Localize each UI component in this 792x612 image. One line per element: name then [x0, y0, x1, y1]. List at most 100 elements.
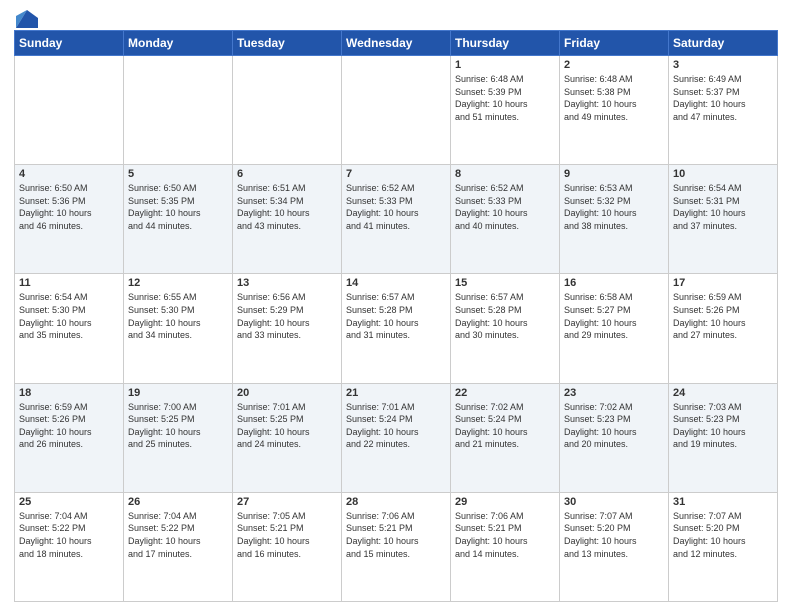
day-info: Sunrise: 6:49 AM Sunset: 5:37 PM Dayligh… [673, 73, 773, 123]
day-number: 19 [128, 387, 228, 399]
day-number: 6 [237, 168, 337, 180]
day-info: Sunrise: 7:01 AM Sunset: 5:25 PM Dayligh… [237, 401, 337, 451]
day-number: 31 [673, 496, 773, 508]
day-info: Sunrise: 7:03 AM Sunset: 5:23 PM Dayligh… [673, 401, 773, 451]
calendar-cell: 7 Sunrise: 6:52 AM Sunset: 5:33 PM Daylig… [342, 165, 451, 274]
day-info: Sunrise: 7:04 AM Sunset: 5:22 PM Dayligh… [19, 510, 119, 560]
day-number: 4 [19, 168, 119, 180]
calendar-cell: 2 Sunrise: 6:48 AM Sunset: 5:38 PM Daylig… [560, 56, 669, 165]
calendar-cell: 14 Sunrise: 6:57 AM Sunset: 5:28 PM Dayli… [342, 274, 451, 383]
day-info: Sunrise: 6:57 AM Sunset: 5:28 PM Dayligh… [346, 291, 446, 341]
weekday-header-monday: Monday [124, 31, 233, 56]
calendar-cell: 3 Sunrise: 6:49 AM Sunset: 5:37 PM Daylig… [669, 56, 778, 165]
day-info: Sunrise: 6:48 AM Sunset: 5:38 PM Dayligh… [564, 73, 664, 123]
calendar-week-1: 1 Sunrise: 6:48 AM Sunset: 5:39 PM Daylig… [15, 56, 778, 165]
calendar-cell: 28 Sunrise: 7:06 AM Sunset: 5:21 PM Dayli… [342, 492, 451, 601]
calendar-cell: 22 Sunrise: 7:02 AM Sunset: 5:24 PM Dayli… [451, 383, 560, 492]
calendar-cell [124, 56, 233, 165]
day-info: Sunrise: 7:01 AM Sunset: 5:24 PM Dayligh… [346, 401, 446, 451]
day-info: Sunrise: 6:55 AM Sunset: 5:30 PM Dayligh… [128, 291, 228, 341]
day-info: Sunrise: 6:50 AM Sunset: 5:36 PM Dayligh… [19, 182, 119, 232]
day-number: 14 [346, 277, 446, 289]
day-number: 21 [346, 387, 446, 399]
day-info: Sunrise: 6:57 AM Sunset: 5:28 PM Dayligh… [455, 291, 555, 341]
day-info: Sunrise: 6:56 AM Sunset: 5:29 PM Dayligh… [237, 291, 337, 341]
calendar-cell: 30 Sunrise: 7:07 AM Sunset: 5:20 PM Dayli… [560, 492, 669, 601]
weekday-header-saturday: Saturday [669, 31, 778, 56]
calendar-cell: 19Sunrise: 7:00 AM Sunset: 5:25 PM Dayli… [124, 383, 233, 492]
calendar-cell: 6 Sunrise: 6:51 AM Sunset: 5:34 PM Daylig… [233, 165, 342, 274]
weekday-header-thursday: Thursday [451, 31, 560, 56]
day-number: 22 [455, 387, 555, 399]
day-number: 10 [673, 168, 773, 180]
day-info: Sunrise: 7:04 AM Sunset: 5:22 PM Dayligh… [128, 510, 228, 560]
day-number: 28 [346, 496, 446, 508]
calendar-cell: 18 Sunrise: 6:59 AM Sunset: 5:26 PM Dayli… [15, 383, 124, 492]
calendar-cell: 26 Sunrise: 7:04 AM Sunset: 5:22 PM Dayli… [124, 492, 233, 601]
day-info: Sunrise: 6:52 AM Sunset: 5:33 PM Dayligh… [455, 182, 555, 232]
day-number: 26 [128, 496, 228, 508]
day-number: 29 [455, 496, 555, 508]
calendar-cell: 8 Sunrise: 6:52 AM Sunset: 5:33 PM Daylig… [451, 165, 560, 274]
calendar-cell: 11 Sunrise: 6:54 AM Sunset: 5:30 PM Dayli… [15, 274, 124, 383]
calendar-cell: 15 Sunrise: 6:57 AM Sunset: 5:28 PM Dayli… [451, 274, 560, 383]
weekday-header-wednesday: Wednesday [342, 31, 451, 56]
calendar-cell: 4 Sunrise: 6:50 AM Sunset: 5:36 PM Daylig… [15, 165, 124, 274]
calendar-cell: 27 Sunrise: 7:05 AM Sunset: 5:21 PM Dayli… [233, 492, 342, 601]
calendar-cell: 12Sunrise: 6:55 AM Sunset: 5:30 PM Dayli… [124, 274, 233, 383]
calendar-cell: 31 Sunrise: 7:07 AM Sunset: 5:20 PM Dayli… [669, 492, 778, 601]
calendar-cell [342, 56, 451, 165]
day-number: 5 [128, 168, 228, 180]
day-number: 3 [673, 59, 773, 71]
day-number: 23 [564, 387, 664, 399]
calendar-cell: 10 Sunrise: 6:54 AM Sunset: 5:31 PM Dayli… [669, 165, 778, 274]
calendar-cell: 21 Sunrise: 7:01 AM Sunset: 5:24 PM Dayli… [342, 383, 451, 492]
day-number: 17 [673, 277, 773, 289]
weekday-header-sunday: Sunday [15, 31, 124, 56]
header [14, 10, 778, 24]
day-info: Sunrise: 6:53 AM Sunset: 5:32 PM Dayligh… [564, 182, 664, 232]
calendar-week-5: 25 Sunrise: 7:04 AM Sunset: 5:22 PM Dayli… [15, 492, 778, 601]
day-number: 27 [237, 496, 337, 508]
logo-icon [16, 10, 38, 28]
calendar-week-3: 11 Sunrise: 6:54 AM Sunset: 5:30 PM Dayli… [15, 274, 778, 383]
day-number: 15 [455, 277, 555, 289]
day-info: Sunrise: 6:48 AM Sunset: 5:39 PM Dayligh… [455, 73, 555, 123]
calendar-cell: 13 Sunrise: 6:56 AM Sunset: 5:29 PM Dayli… [233, 274, 342, 383]
day-number: 13 [237, 277, 337, 289]
day-info: Sunrise: 7:07 AM Sunset: 5:20 PM Dayligh… [673, 510, 773, 560]
day-number: 20 [237, 387, 337, 399]
day-number: 2 [564, 59, 664, 71]
day-info: Sunrise: 6:58 AM Sunset: 5:27 PM Dayligh… [564, 291, 664, 341]
day-info: Sunrise: 6:54 AM Sunset: 5:31 PM Dayligh… [673, 182, 773, 232]
day-number: 1 [455, 59, 555, 71]
day-info: Sunrise: 6:54 AM Sunset: 5:30 PM Dayligh… [19, 291, 119, 341]
day-number: 30 [564, 496, 664, 508]
day-number: 11 [19, 277, 119, 289]
calendar-cell: 17Sunrise: 6:59 AM Sunset: 5:26 PM Dayli… [669, 274, 778, 383]
day-number: 7 [346, 168, 446, 180]
calendar-cell: 24Sunrise: 7:03 AM Sunset: 5:23 PM Dayli… [669, 383, 778, 492]
calendar-cell: 9Sunrise: 6:53 AM Sunset: 5:32 PM Daylig… [560, 165, 669, 274]
calendar-week-4: 18 Sunrise: 6:59 AM Sunset: 5:26 PM Dayli… [15, 383, 778, 492]
day-info: Sunrise: 7:02 AM Sunset: 5:24 PM Dayligh… [455, 401, 555, 451]
day-number: 16 [564, 277, 664, 289]
day-info: Sunrise: 7:06 AM Sunset: 5:21 PM Dayligh… [346, 510, 446, 560]
calendar-cell: 23 Sunrise: 7:02 AM Sunset: 5:23 PM Dayli… [560, 383, 669, 492]
day-info: Sunrise: 7:02 AM Sunset: 5:23 PM Dayligh… [564, 401, 664, 451]
day-info: Sunrise: 6:59 AM Sunset: 5:26 PM Dayligh… [19, 401, 119, 451]
calendar-cell: 25 Sunrise: 7:04 AM Sunset: 5:22 PM Dayli… [15, 492, 124, 601]
calendar-cell: 1 Sunrise: 6:48 AM Sunset: 5:39 PM Daylig… [451, 56, 560, 165]
weekday-header-friday: Friday [560, 31, 669, 56]
weekday-header-row: SundayMondayTuesdayWednesdayThursdayFrid… [15, 31, 778, 56]
weekday-header-tuesday: Tuesday [233, 31, 342, 56]
day-info: Sunrise: 6:52 AM Sunset: 5:33 PM Dayligh… [346, 182, 446, 232]
day-number: 25 [19, 496, 119, 508]
day-number: 18 [19, 387, 119, 399]
day-info: Sunrise: 7:07 AM Sunset: 5:20 PM Dayligh… [564, 510, 664, 560]
day-number: 8 [455, 168, 555, 180]
day-info: Sunrise: 6:51 AM Sunset: 5:34 PM Dayligh… [237, 182, 337, 232]
day-info: Sunrise: 7:05 AM Sunset: 5:21 PM Dayligh… [237, 510, 337, 560]
logo [14, 10, 38, 24]
calendar-cell: 29Sunrise: 7:06 AM Sunset: 5:21 PM Dayli… [451, 492, 560, 601]
